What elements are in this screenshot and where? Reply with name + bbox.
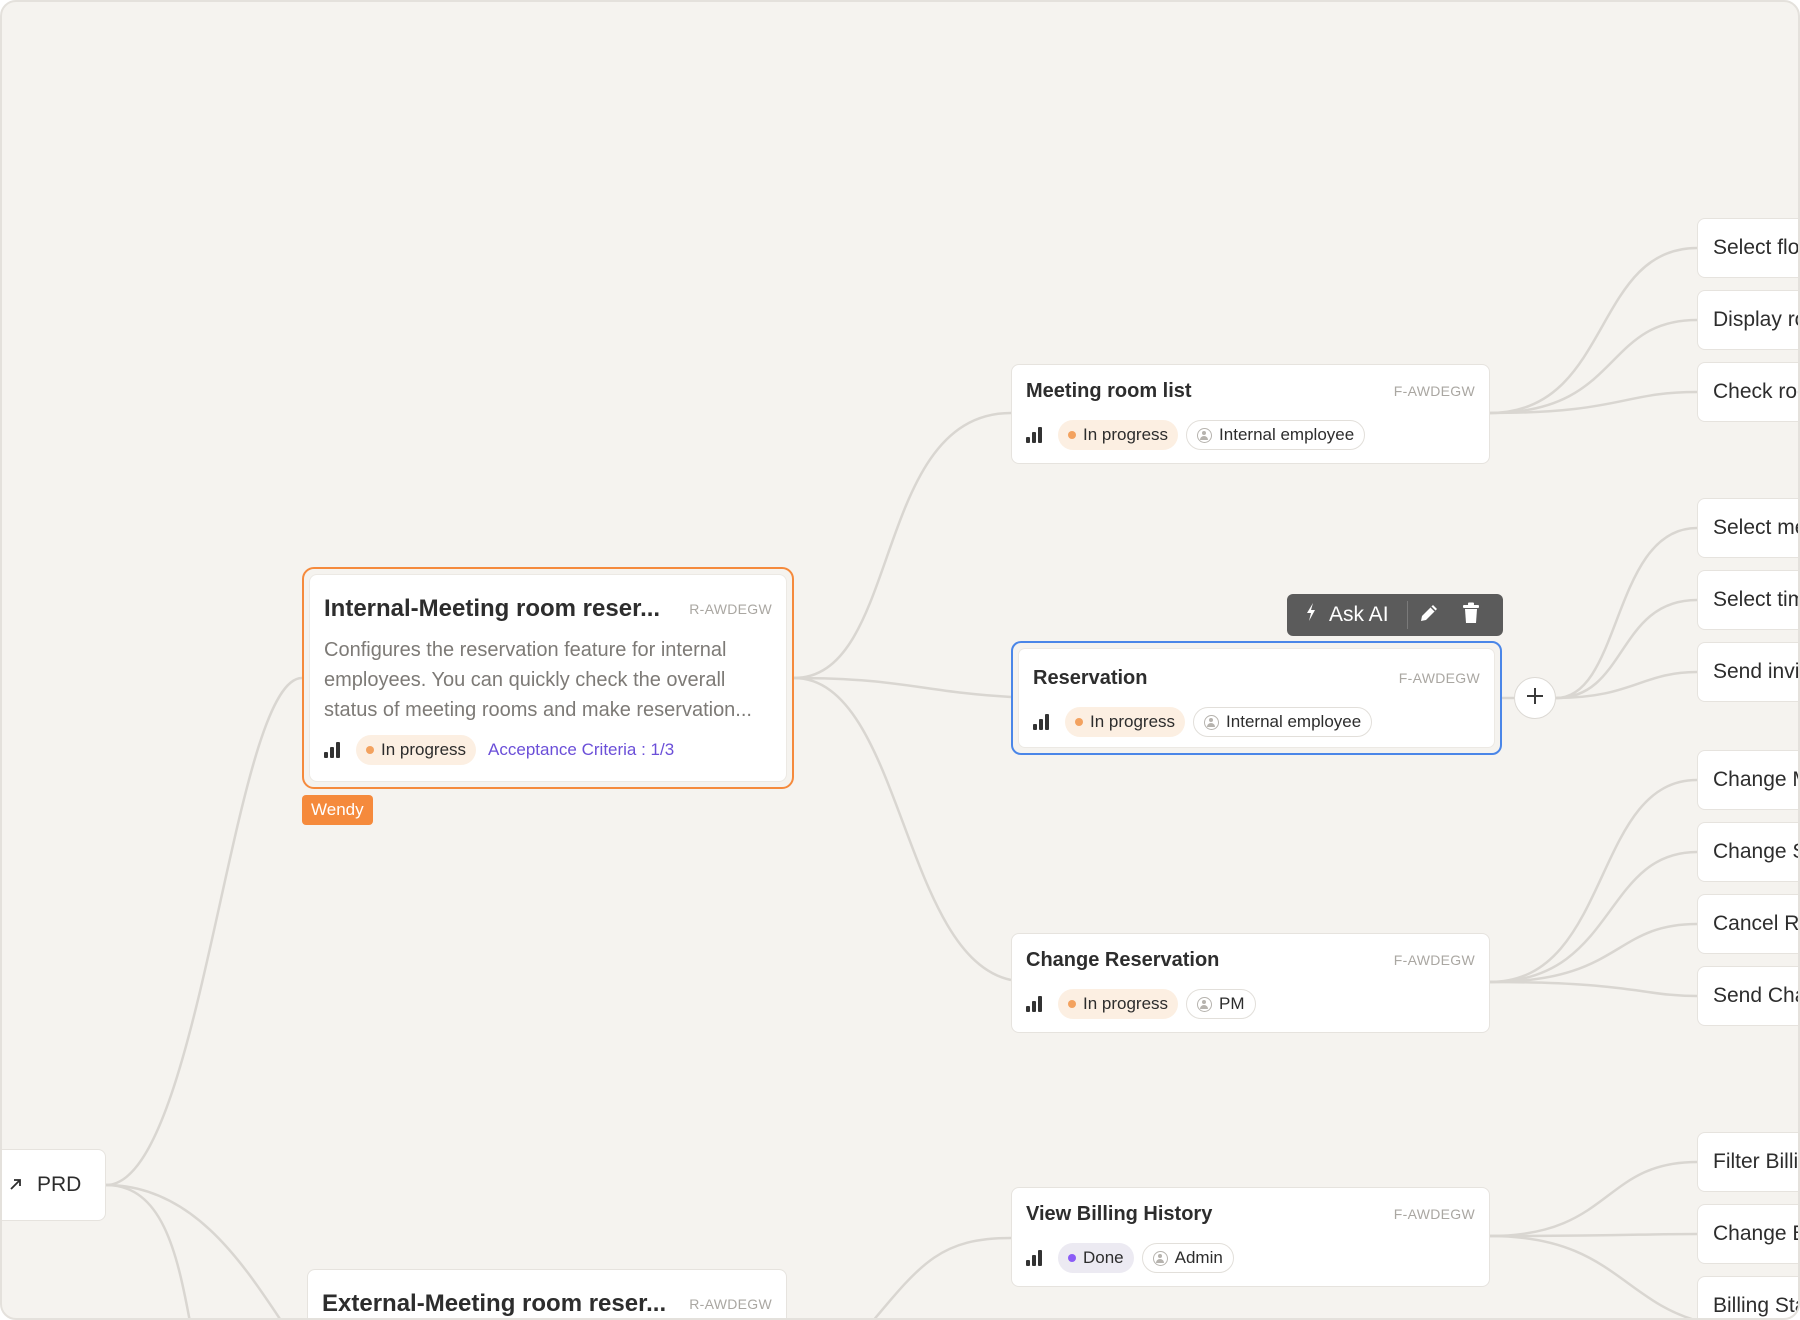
feature-code: F-AWDEGW [1398, 670, 1480, 686]
feature-title: Reservation [1033, 666, 1148, 689]
user-icon [1152, 1250, 1168, 1266]
status-badge[interactable]: Done [1058, 1243, 1134, 1273]
status-label: In progress [1090, 712, 1176, 731]
feature-title: View Billing History [1026, 1202, 1213, 1225]
feature-code: F-AWDEGW [1393, 1206, 1475, 1222]
root-node-prd[interactable]: PRD [2, 1149, 106, 1221]
feature-code: F-AWDEGW [1393, 383, 1475, 399]
status-dot-icon [366, 746, 374, 754]
add-child-button[interactable] [1514, 677, 1556, 719]
role-badge[interactable]: Admin [1141, 1243, 1234, 1273]
leaf-node[interactable]: Send Cha [1697, 966, 1798, 1026]
assignee-tag: Wendy [302, 795, 373, 825]
feature-node-change-reservation[interactable]: Change Reservation F-AWDEGW In progress … [1011, 933, 1490, 1033]
feature-title: Change Reservation [1026, 948, 1220, 971]
requirement-node[interactable]: Internal-Meeting room reser... R-AWDEGW … [302, 567, 794, 789]
role-label: Internal employee [1219, 425, 1355, 444]
leaf-node[interactable]: Filter Billin [1697, 1132, 1798, 1192]
status-label: In progress [1083, 425, 1169, 444]
feature-node-view-billing-history[interactable]: View Billing History F-AWDEGW Done Admin [1011, 1187, 1490, 1287]
leaf-node[interactable]: Display ro [1697, 290, 1798, 350]
acceptance-criteria-link[interactable]: Acceptance Criteria : 1/3 [488, 740, 674, 760]
status-label: Done [1083, 1248, 1124, 1267]
role-badge[interactable]: Internal employee [1186, 420, 1366, 450]
status-dot-icon [1068, 1000, 1076, 1008]
status-dot-icon [1068, 431, 1076, 439]
pencil-icon [1418, 602, 1440, 629]
requirement-title: Internal-Meeting room reser... [324, 595, 661, 622]
connector-lines [105, 246, 1698, 1318]
requirement-code: R-AWDEGW [689, 601, 772, 617]
ask-ai-label: Ask AI [1329, 603, 1389, 626]
priority-icon [324, 742, 342, 758]
external-requirement-node[interactable]: External-Meeting room reser... R-AWDEGW [307, 1269, 787, 1318]
priority-icon [1033, 714, 1051, 730]
priority-icon [1026, 996, 1044, 1012]
priority-icon [1026, 427, 1044, 443]
leaf-node[interactable]: Select me [1697, 498, 1798, 558]
feature-node-meeting-room-list[interactable]: Meeting room list F-AWDEGW In progress I… [1011, 364, 1490, 464]
leaf-node[interactable]: Change B [1697, 1204, 1798, 1264]
ask-ai-button[interactable]: Ask AI [1287, 594, 1407, 636]
mindmap-canvas[interactable]: PRD Internal-Meeting room reser... R-AWD… [0, 0, 1800, 1320]
priority-icon [1026, 1250, 1044, 1266]
leaf-node[interactable]: Check roo [1697, 362, 1798, 422]
trash-icon [1462, 602, 1480, 629]
status-badge[interactable]: In progress [1058, 989, 1179, 1019]
user-icon [1204, 714, 1220, 730]
open-arrow-icon[interactable] [9, 1173, 23, 1197]
feature-title: Meeting room list [1026, 379, 1192, 402]
status-dot-icon [1075, 718, 1083, 726]
leaf-node[interactable]: Cancel Re [1697, 894, 1798, 954]
role-label: Internal employee [1226, 712, 1362, 731]
status-badge[interactable]: In progress [1065, 707, 1186, 737]
lightning-icon [1305, 602, 1317, 628]
external-requirement-title: External-Meeting room reser... [322, 1290, 667, 1317]
requirement-description: Configures the reservation feature for i… [324, 639, 752, 721]
edit-button[interactable] [1408, 594, 1450, 636]
feature-node-reservation[interactable]: Reservation F-AWDEGW In progress Interna… [1011, 641, 1502, 755]
status-badge[interactable]: In progress [1058, 420, 1179, 450]
feature-code: F-AWDEGW [1393, 952, 1475, 968]
leaf-node[interactable]: Change S [1697, 822, 1798, 882]
leaf-node[interactable]: Select flo [1697, 218, 1798, 278]
external-requirement-code: R-AWDEGW [689, 1296, 772, 1312]
status-badge[interactable]: In progress [356, 735, 477, 765]
leaf-node[interactable]: Send invi [1697, 642, 1798, 702]
leaf-node[interactable]: Select tim [1697, 570, 1798, 630]
root-label: PRD [37, 1173, 82, 1196]
status-label: In progress [381, 740, 467, 759]
user-icon [1197, 996, 1213, 1012]
leaf-node[interactable]: Change M [1697, 750, 1798, 810]
role-label: Admin [1174, 1248, 1223, 1267]
node-toolbar: Ask AI [1287, 594, 1503, 636]
status-label: In progress [1083, 994, 1169, 1013]
delete-button[interactable] [1450, 594, 1492, 636]
status-dot-icon [1068, 1254, 1076, 1262]
role-badge[interactable]: Internal employee [1193, 707, 1373, 737]
role-badge[interactable]: PM [1186, 989, 1256, 1019]
leaf-node[interactable]: Billing Sta [1697, 1276, 1798, 1318]
plus-icon [1525, 686, 1545, 711]
user-icon [1197, 427, 1213, 443]
role-label: PM [1219, 994, 1245, 1013]
